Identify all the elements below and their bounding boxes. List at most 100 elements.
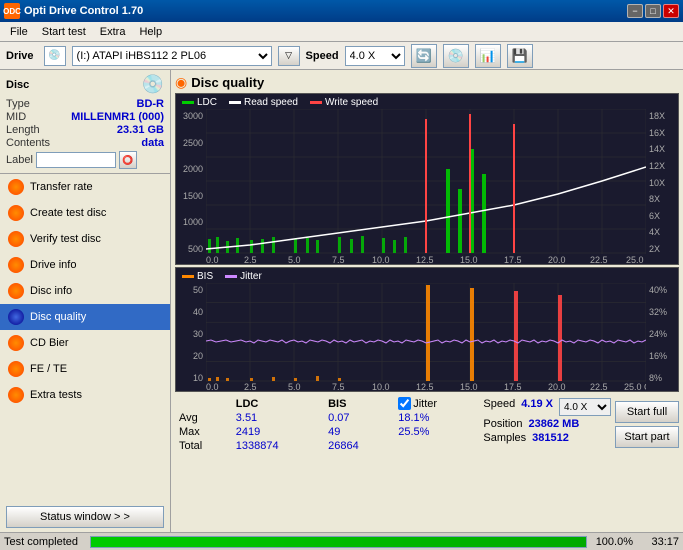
nav-extra-tests[interactable]: Extra tests xyxy=(0,382,170,408)
svg-text:15.0: 15.0 xyxy=(460,382,478,391)
svg-text:5.0: 5.0 xyxy=(288,255,301,264)
save-button[interactable]: 💾 xyxy=(507,44,533,68)
svg-text:10.0: 10.0 xyxy=(372,382,390,391)
graph-button[interactable]: 📊 xyxy=(475,44,501,68)
stats-row-max: Max 2419 49 25.5% xyxy=(175,425,479,439)
drive-eject-button[interactable]: ▽ xyxy=(278,46,300,66)
label-icon-button[interactable]: ⭕ xyxy=(119,151,137,169)
main-area: Disc 💿 Type BD-R MID MILLENMR1 (000) Len… xyxy=(0,70,683,532)
samples-value: 381512 xyxy=(532,432,569,444)
avg-ldc: 3.51 xyxy=(232,411,324,425)
disc-section: Disc 💿 Type BD-R MID MILLENMR1 (000) Len… xyxy=(0,70,170,174)
nav-icon-create-test xyxy=(8,205,24,221)
menu-file[interactable]: File xyxy=(4,25,34,39)
speed-select[interactable]: 4.0 X xyxy=(345,46,405,66)
status-window-button[interactable]: Status window > > xyxy=(6,506,164,528)
nav-create-test-disc[interactable]: Create test disc xyxy=(0,200,170,226)
header-bis: BIS xyxy=(324,396,394,411)
legend-read-speed: Read speed xyxy=(229,97,298,108)
nav-icon-cd-bier xyxy=(8,335,24,351)
app-title: Opti Drive Control 1.70 xyxy=(24,5,143,17)
svg-text:15.0: 15.0 xyxy=(460,255,478,264)
chart-top-svg: 0.0 2.5 5.0 7.5 10.0 12.5 15.0 17.5 20.0… xyxy=(206,109,646,264)
nav-icon-transfer-rate xyxy=(8,179,24,195)
nav-label-fe-te: FE / TE xyxy=(30,363,67,375)
drivebar: Drive 💿 (I:) ATAPI iHBS112 2 PL06 ▽ Spee… xyxy=(0,42,683,70)
nav-disc-quality[interactable]: Disc quality xyxy=(0,304,170,330)
nav-icon-fe-te xyxy=(8,361,24,377)
nav-verify-test-disc[interactable]: Verify test disc xyxy=(0,226,170,252)
start-full-button[interactable]: Start full xyxy=(615,401,679,423)
status-text: Test completed xyxy=(4,536,84,548)
legend-bis: BIS xyxy=(182,271,213,282)
svg-text:12.5: 12.5 xyxy=(416,255,434,264)
menubar: File Start test Extra Help xyxy=(0,22,683,42)
start-part-button[interactable]: Start part xyxy=(615,426,679,448)
nav-fe-te[interactable]: FE / TE xyxy=(0,356,170,382)
right-panel: ◉ Disc quality LDC Read speed xyxy=(171,70,683,532)
legend-write-speed: Write speed xyxy=(310,97,378,108)
refresh-button[interactable]: 🔄 xyxy=(411,44,437,68)
nav-label-extra-tests: Extra tests xyxy=(30,389,82,401)
disc-icon-button[interactable]: 💿 xyxy=(443,44,469,68)
y-axis-right-bottom: 40%32%24%16%8% xyxy=(646,283,678,391)
legend-ldc: LDC xyxy=(182,97,217,108)
nav-transfer-rate[interactable]: Transfer rate xyxy=(0,174,170,200)
label-input[interactable] xyxy=(36,152,116,168)
menu-help[interactable]: Help xyxy=(133,25,168,39)
nav-drive-info[interactable]: Drive info xyxy=(0,252,170,278)
drive-select[interactable]: (I:) ATAPI iHBS112 2 PL06 xyxy=(72,46,272,66)
y-axis-left-top: 30002500200015001000500 xyxy=(176,109,206,264)
total-ldc: 1338874 xyxy=(232,439,324,453)
type-label: Type xyxy=(6,98,30,110)
svg-text:0.0: 0.0 xyxy=(206,255,219,264)
avg-jitter: 18.1% xyxy=(394,411,479,425)
speed-stat-label: Speed xyxy=(483,398,515,416)
jitter-checkbox[interactable] xyxy=(398,397,411,410)
svg-text:12.5: 12.5 xyxy=(416,382,434,391)
svg-text:22.5: 22.5 xyxy=(590,382,608,391)
chart-icon: ◉ xyxy=(175,74,187,91)
nav-label-cd-bier: CD Bier xyxy=(30,337,69,349)
nav-label-create-test: Create test disc xyxy=(30,207,106,219)
svg-text:25.0 GB: 25.0 GB xyxy=(624,382,646,391)
label-label: Label xyxy=(6,154,33,166)
statusbar: Test completed 100.0% 33:17 xyxy=(0,532,683,550)
svg-text:22.5: 22.5 xyxy=(590,255,608,264)
maximize-button[interactable]: □ xyxy=(645,4,661,18)
nav-label-transfer-rate: Transfer rate xyxy=(30,181,93,193)
max-label: Max xyxy=(175,425,232,439)
y-axis-left-bottom: 5040302010 xyxy=(176,283,206,391)
start-buttons: Start full Start part xyxy=(615,396,679,453)
svg-text:25.0 GB: 25.0 GB xyxy=(626,255,646,264)
mid-value: MILLENMR1 (000) xyxy=(71,111,164,123)
total-bis: 26864 xyxy=(324,439,394,453)
svg-text:2.5: 2.5 xyxy=(244,255,257,264)
speed-label: Speed xyxy=(306,50,339,62)
nav-disc-info[interactable]: Disc info xyxy=(0,278,170,304)
close-button[interactable]: ✕ xyxy=(663,4,679,18)
minimize-button[interactable]: − xyxy=(627,4,643,18)
left-panel: Disc 💿 Type BD-R MID MILLENMR1 (000) Len… xyxy=(0,70,171,532)
nav-cd-bier[interactable]: CD Bier xyxy=(0,330,170,356)
speed-stat-select[interactable]: 4.0 X xyxy=(559,398,611,416)
svg-text:7.5: 7.5 xyxy=(332,255,345,264)
progress-bar-container xyxy=(90,536,587,548)
y-axis-right-top: 18X16X14X12X10X8X6X4X2X xyxy=(646,109,678,264)
menu-extra[interactable]: Extra xyxy=(94,25,132,39)
legend-jitter: Jitter xyxy=(225,271,262,282)
menu-start-test[interactable]: Start test xyxy=(36,25,92,39)
disc-section-icon: 💿 xyxy=(142,74,164,95)
mid-label: MID xyxy=(6,111,26,123)
status-time: 33:17 xyxy=(639,536,679,548)
stats-section: LDC BIS Jitter Avg 3.51 xyxy=(175,396,679,453)
drive-label: Drive xyxy=(6,50,34,62)
stats-row-total: Total 1338874 26864 xyxy=(175,439,479,453)
charts-wrapper: LDC Read speed Write speed xyxy=(175,93,679,528)
svg-text:5.0: 5.0 xyxy=(288,382,301,391)
nav-icon-disc-info xyxy=(8,283,24,299)
svg-text:17.5: 17.5 xyxy=(504,382,522,391)
svg-text:7.5: 7.5 xyxy=(332,382,345,391)
nav-items: Transfer rate Create test disc Verify te… xyxy=(0,174,170,502)
svg-text:2.5: 2.5 xyxy=(244,382,257,391)
